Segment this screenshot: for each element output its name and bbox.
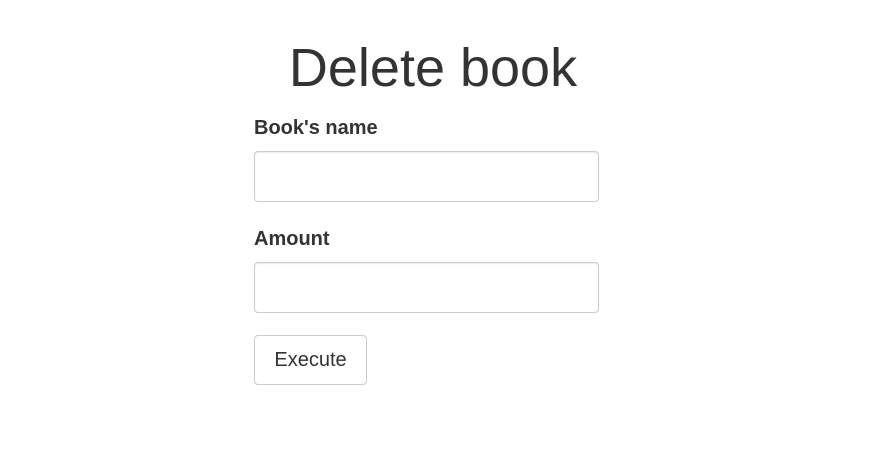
- book-name-label: Book's name: [254, 117, 378, 139]
- page-title: Delete book: [288, 38, 578, 98]
- amount-label: Amount: [254, 228, 330, 250]
- book-name-input[interactable]: [254, 151, 599, 202]
- execute-button[interactable]: Execute: [254, 335, 367, 385]
- amount-input[interactable]: [254, 262, 599, 313]
